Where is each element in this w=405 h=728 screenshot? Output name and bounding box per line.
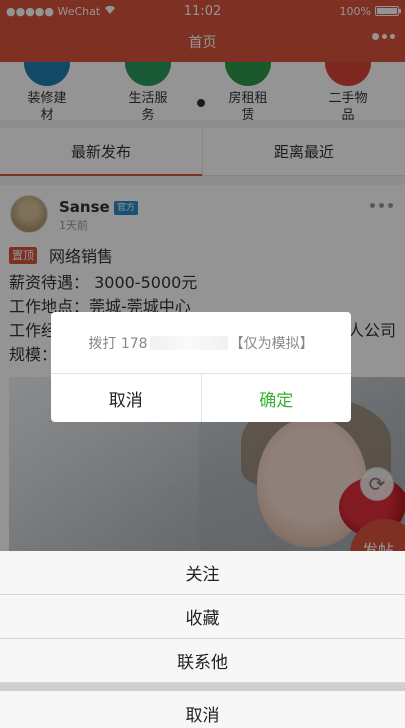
call-dialog: 拨打 178 【仅为模拟】 取消 确定: [51, 312, 351, 422]
dialog-cancel-button[interactable]: 取消: [51, 374, 202, 422]
dialog-confirm-button[interactable]: 确定: [202, 374, 352, 422]
dialog-message: 拨打 178 【仅为模拟】: [51, 312, 351, 374]
action-follow[interactable]: 关注: [0, 551, 405, 595]
action-cancel-button[interactable]: 取消: [0, 691, 405, 728]
action-favorite[interactable]: 收藏: [0, 595, 405, 639]
dialog-message-suffix: 【仅为模拟】: [229, 335, 314, 352]
masked-phone-number: [149, 335, 228, 350]
action-contact[interactable]: 联系他: [0, 639, 405, 683]
dialog-message-prefix: 拨打 178: [88, 335, 148, 352]
action-sheet: 关注 收藏 联系他 取消: [0, 551, 405, 728]
